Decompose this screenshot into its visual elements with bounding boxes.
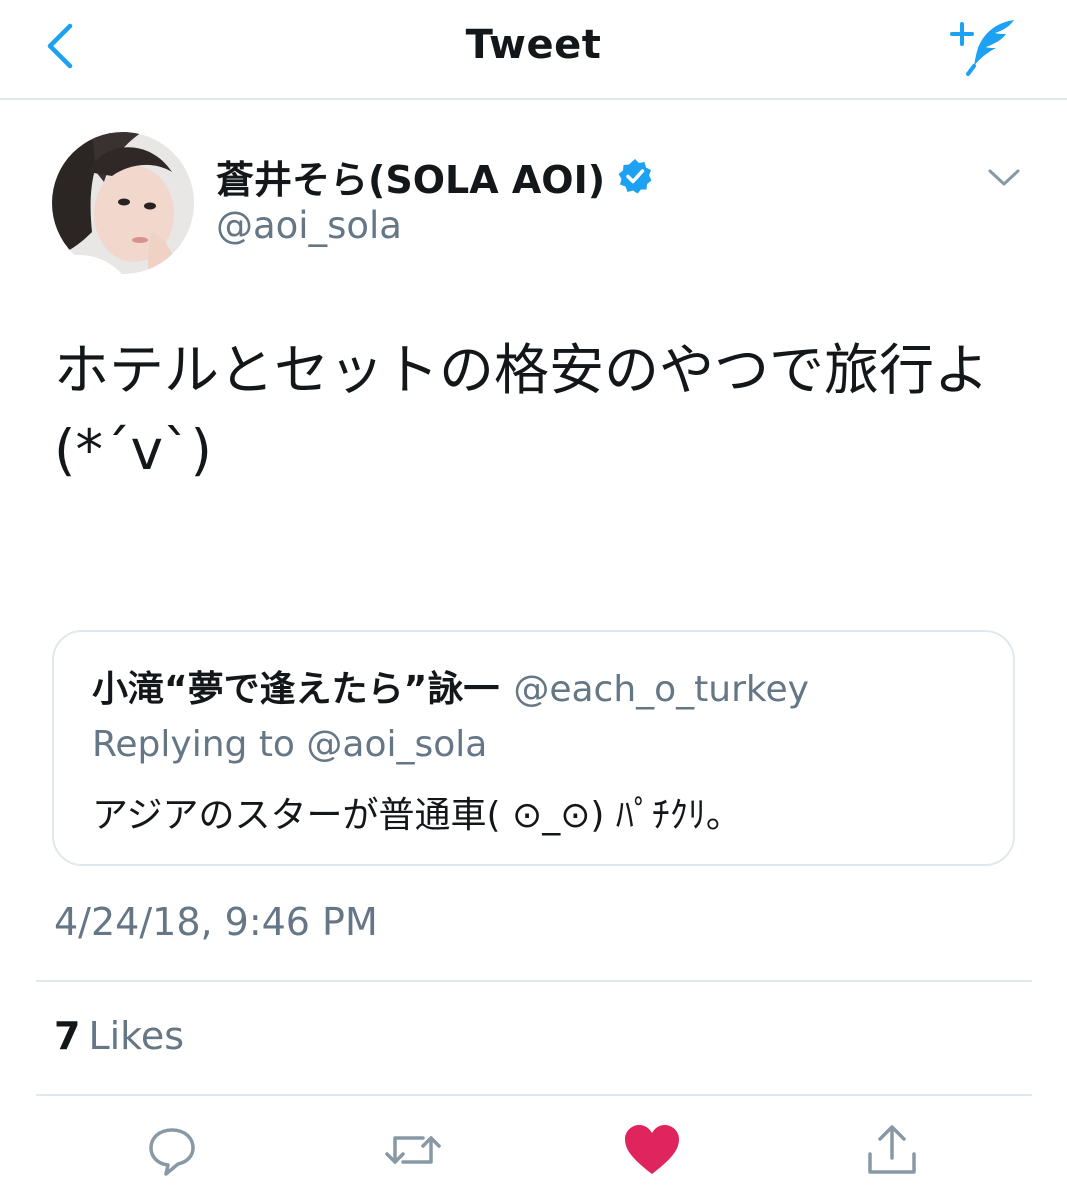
divider — [36, 980, 1032, 982]
compose-feather-icon — [950, 20, 1014, 76]
quoted-handle: @each_o_turkey — [513, 669, 809, 710]
display-name: 蒼井そら(SOLA AOI) — [216, 157, 606, 202]
like-heart-icon — [625, 1125, 679, 1174]
quoted-tweet[interactable]: 小滝“夢で逢えたら”詠一 @each_o_turkey Replying to @… — [52, 630, 1015, 866]
likes-count: 7 — [54, 1014, 81, 1058]
retweet-icon — [385, 1136, 441, 1164]
avatar-photo — [52, 132, 194, 274]
compose-button[interactable] — [948, 14, 1022, 80]
chevron-down-icon — [988, 169, 1020, 186]
divider — [36, 1094, 1032, 1096]
navigation-bar: Tweet — [0, 0, 1067, 100]
tweet-options-button[interactable] — [984, 162, 1024, 192]
share-icon — [868, 1125, 916, 1174]
likes-count-link[interactable]: 7 Likes — [54, 1014, 184, 1058]
quoted-tweet-text: アジアのスターが普通車( ⊙_⊙) ﾊﾟﾁｸﾘ。 — [92, 795, 742, 836]
reply-icon — [149, 1128, 195, 1176]
retweet-button[interactable] — [383, 1122, 443, 1178]
author-handle[interactable]: @aoi_sola — [216, 204, 402, 247]
quoted-replying-to: Replying to @aoi_sola — [92, 724, 488, 765]
quoted-tweet-header: 小滝“夢で逢えたら”詠一 @each_o_turkey — [92, 660, 809, 712]
tweet-detail-screen: Tweet 蒼井そら(SOLA AOI) @aoi_sola ホテルとセットの格… — [0, 0, 1067, 1200]
tweet-timestamp: 4/24/18, 9:46 PM — [54, 900, 378, 944]
page-title: Tweet — [465, 22, 602, 68]
avatar[interactable] — [52, 132, 194, 274]
likes-label: Likes — [88, 1014, 185, 1058]
reply-button[interactable] — [142, 1122, 202, 1178]
like-button[interactable] — [622, 1122, 682, 1178]
quoted-display-name: 小滝“夢で逢えたら”詠一 — [92, 669, 500, 710]
share-button[interactable] — [862, 1122, 922, 1178]
author-name-row[interactable]: 蒼井そら(SOLA AOI) — [216, 148, 653, 204]
verified-badge-icon — [618, 159, 652, 194]
tweet-text: ホテルとセットの格安のやつで旅行よ(*´v`) — [54, 338, 990, 482]
